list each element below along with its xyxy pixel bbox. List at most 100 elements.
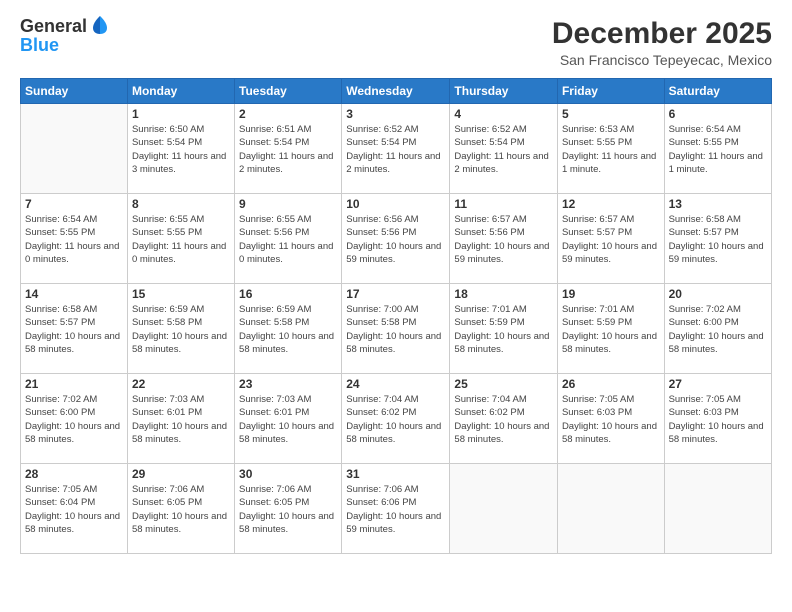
day-detail: Sunrise: 6:53 AMSunset: 5:55 PMDaylight:… [562,123,660,176]
day-detail: Sunrise: 6:59 AMSunset: 5:58 PMDaylight:… [239,303,337,356]
day-cell: 1 Sunrise: 6:50 AMSunset: 5:54 PMDaylight… [127,104,234,194]
day-cell: 20 Sunrise: 7:02 AMSunset: 6:00 PMDayligh… [664,284,771,374]
day-detail: Sunrise: 7:02 AMSunset: 6:00 PMDaylight:… [25,393,123,446]
day-cell: 26 Sunrise: 7:05 AMSunset: 6:03 PMDayligh… [557,374,664,464]
header-saturday: Saturday [664,79,771,104]
day-number: 8 [132,197,230,211]
logo-text: General Blue [20,16,111,56]
day-cell: 6Sunrise: 6:54 AMSunset: 5:55 PMDaylight… [664,104,771,194]
week-row-4: 28 Sunrise: 7:05 AMSunset: 6:04 PMDayligh… [21,464,772,554]
day-detail: Sunrise: 6:57 AMSunset: 5:57 PMDaylight:… [562,213,660,266]
week-row-0: 1 Sunrise: 6:50 AMSunset: 5:54 PMDaylight… [21,104,772,194]
day-number: 27 [669,377,767,391]
day-number: 26 [562,377,660,391]
day-number: 22 [132,377,230,391]
day-cell: 23 Sunrise: 7:03 AMSunset: 6:01 PMDayligh… [235,374,342,464]
day-detail: Sunrise: 6:56 AMSunset: 5:56 PMDaylight:… [346,213,445,266]
day-number: 20 [669,287,767,301]
day-cell: 21 Sunrise: 7:02 AMSunset: 6:00 PMDayligh… [21,374,128,464]
day-number: 10 [346,197,445,211]
day-detail: Sunrise: 7:05 AMSunset: 6:03 PMDaylight:… [669,393,767,446]
day-cell: 15Sunrise: 6:59 AMSunset: 5:58 PMDayligh… [127,284,234,374]
day-cell: 14 Sunrise: 6:58 AMSunset: 5:57 PMDayligh… [21,284,128,374]
location: San Francisco Tepeyecac, Mexico [552,52,772,68]
day-cell: 11Sunrise: 6:57 AMSunset: 5:56 PMDayligh… [450,194,558,284]
day-detail: Sunrise: 6:50 AMSunset: 5:54 PMDaylight:… [132,123,230,176]
day-cell: 10 Sunrise: 6:56 AMSunset: 5:56 PMDayligh… [342,194,450,284]
day-number: 11 [454,197,553,211]
day-cell: 8 Sunrise: 6:55 AMSunset: 5:55 PMDaylight… [127,194,234,284]
day-number: 9 [239,197,337,211]
day-number: 29 [132,467,230,481]
day-number: 1 [132,107,230,121]
day-cell: 25Sunrise: 7:04 AMSunset: 6:02 PMDayligh… [450,374,558,464]
day-cell: 24 Sunrise: 7:04 AMSunset: 6:02 PMDayligh… [342,374,450,464]
header: General Blue December 2025 San Francisco… [20,16,772,68]
logo-general: General [20,16,87,37]
day-detail: Sunrise: 7:05 AMSunset: 6:04 PMDaylight:… [25,483,123,536]
day-cell: 7 Sunrise: 6:54 AMSunset: 5:55 PMDaylight… [21,194,128,284]
day-detail: Sunrise: 7:06 AMSunset: 6:06 PMDaylight:… [346,483,445,536]
week-row-3: 21 Sunrise: 7:02 AMSunset: 6:00 PMDayligh… [21,374,772,464]
day-detail: Sunrise: 7:06 AMSunset: 6:05 PMDaylight:… [239,483,337,536]
day-detail: Sunrise: 6:54 AMSunset: 5:55 PMDaylight:… [669,123,767,176]
day-number: 3 [346,107,445,121]
day-number: 13 [669,197,767,211]
day-number: 28 [25,467,123,481]
calendar: Sunday Monday Tuesday Wednesday Thursday… [20,78,772,554]
day-detail: Sunrise: 7:04 AMSunset: 6:02 PMDaylight:… [346,393,445,446]
logo-blue: Blue [20,35,111,56]
day-detail: Sunrise: 6:55 AMSunset: 5:55 PMDaylight:… [132,213,230,266]
day-number: 16 [239,287,337,301]
day-number: 21 [25,377,123,391]
header-monday: Monday [127,79,234,104]
day-detail: Sunrise: 6:52 AMSunset: 5:54 PMDaylight:… [346,123,445,176]
week-row-1: 7 Sunrise: 6:54 AMSunset: 5:55 PMDaylight… [21,194,772,284]
day-number: 5 [562,107,660,121]
header-thursday: Thursday [450,79,558,104]
day-cell: 28 Sunrise: 7:05 AMSunset: 6:04 PMDayligh… [21,464,128,554]
header-friday: Friday [557,79,664,104]
day-cell: 4 Sunrise: 6:52 AMSunset: 5:54 PMDaylight… [450,104,558,194]
day-cell: 16 Sunrise: 6:59 AMSunset: 5:58 PMDayligh… [235,284,342,374]
day-number: 2 [239,107,337,121]
day-detail: Sunrise: 7:02 AMSunset: 6:00 PMDaylight:… [669,303,767,356]
title-block: December 2025 San Francisco Tepeyecac, M… [552,16,772,68]
day-number: 24 [346,377,445,391]
day-number: 4 [454,107,553,121]
day-detail: Sunrise: 6:52 AMSunset: 5:54 PMDaylight:… [454,123,553,176]
day-detail: Sunrise: 7:03 AMSunset: 6:01 PMDaylight:… [132,393,230,446]
day-detail: Sunrise: 7:00 AMSunset: 5:58 PMDaylight:… [346,303,445,356]
day-cell: 27 Sunrise: 7:05 AMSunset: 6:03 PMDayligh… [664,374,771,464]
day-number: 14 [25,287,123,301]
day-cell: 17 Sunrise: 7:00 AMSunset: 5:58 PMDayligh… [342,284,450,374]
day-cell [450,464,558,554]
day-cell: 19Sunrise: 7:01 AMSunset: 5:59 PMDayligh… [557,284,664,374]
day-cell: 12Sunrise: 6:57 AMSunset: 5:57 PMDayligh… [557,194,664,284]
page: General Blue December 2025 San Francisco… [0,0,792,612]
day-cell: 3 Sunrise: 6:52 AMSunset: 5:54 PMDaylight… [342,104,450,194]
day-detail: Sunrise: 7:03 AMSunset: 6:01 PMDaylight:… [239,393,337,446]
day-detail: Sunrise: 7:01 AMSunset: 5:59 PMDaylight:… [562,303,660,356]
month-year: December 2025 [552,16,772,52]
day-detail: Sunrise: 6:58 AMSunset: 5:57 PMDaylight:… [669,213,767,266]
day-number: 7 [25,197,123,211]
day-number: 31 [346,467,445,481]
day-detail: Sunrise: 7:06 AMSunset: 6:05 PMDaylight:… [132,483,230,536]
day-detail: Sunrise: 6:54 AMSunset: 5:55 PMDaylight:… [25,213,123,266]
day-cell: 22 Sunrise: 7:03 AMSunset: 6:01 PMDayligh… [127,374,234,464]
day-cell: 29 Sunrise: 7:06 AMSunset: 6:05 PMDayligh… [127,464,234,554]
day-cell: 5 Sunrise: 6:53 AMSunset: 5:55 PMDaylight… [557,104,664,194]
header-tuesday: Tuesday [235,79,342,104]
day-number: 23 [239,377,337,391]
day-detail: Sunrise: 6:51 AMSunset: 5:54 PMDaylight:… [239,123,337,176]
day-number: 17 [346,287,445,301]
header-sunday: Sunday [21,79,128,104]
header-wednesday: Wednesday [342,79,450,104]
day-detail: Sunrise: 7:05 AMSunset: 6:03 PMDaylight:… [562,393,660,446]
day-number: 15 [132,287,230,301]
logo-icon [89,14,111,36]
day-detail: Sunrise: 6:58 AMSunset: 5:57 PMDaylight:… [25,303,123,356]
day-detail: Sunrise: 7:04 AMSunset: 6:02 PMDaylight:… [454,393,553,446]
day-number: 18 [454,287,553,301]
